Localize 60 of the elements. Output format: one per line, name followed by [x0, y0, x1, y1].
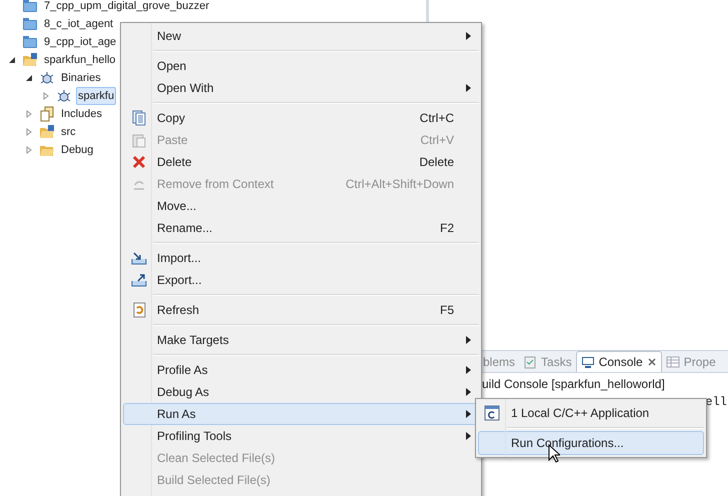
submenu-arrow-icon: [466, 410, 470, 418]
tree-item[interactable]: Debug: [59, 140, 96, 160]
import-icon: [131, 250, 147, 266]
tree-item[interactable]: src: [59, 122, 78, 142]
menu-item[interactable]: Open: [123, 55, 479, 77]
tree-item[interactable]: Includes: [59, 104, 104, 124]
tree-item[interactable]: 9_cpp_iot_age: [42, 32, 118, 52]
tree-item[interactable]: sparkfu: [76, 86, 116, 106]
folder-icon: [22, 0, 38, 13]
console-title: uild Console [sparkfun_helloworld]: [482, 376, 665, 393]
folder-icon: [22, 17, 38, 31]
collapsed-triangle-icon[interactable]: [25, 128, 33, 136]
bug-icon: [56, 88, 72, 104]
menu-item[interactable]: Delete Delete: [123, 151, 479, 173]
copy-icon: [131, 110, 147, 126]
view-tab[interactable]: Console: [576, 351, 662, 372]
menu-item[interactable]: Refresh F5: [123, 299, 479, 321]
menu-item[interactable]: 1 Local C/C++ Application: [478, 401, 704, 425]
menu-item[interactable]: Import...: [123, 247, 479, 269]
expanded-triangle-icon[interactable]: [25, 74, 33, 82]
menu-item[interactable]: Rename... F2: [123, 217, 479, 239]
folder-c-icon: [22, 53, 38, 67]
clipboard-icon: [131, 132, 147, 148]
export-icon: [131, 272, 147, 288]
delete-icon: [131, 154, 147, 170]
bug-icon: [39, 70, 55, 86]
monitor-icon: [580, 355, 595, 369]
folder-icon: [39, 143, 55, 157]
tree-item[interactable]: 8_c_iot_agent: [42, 14, 116, 34]
collapsed-triangle-icon[interactable]: [25, 146, 33, 154]
menu-item[interactable]: Debug As: [123, 381, 479, 403]
tree-item[interactable]: 7_cpp_upm_digital_grove_buzzer: [42, 0, 212, 16]
close-icon[interactable]: [646, 357, 657, 367]
tree-item[interactable]: Binaries: [59, 68, 103, 88]
menu-item[interactable]: Export...: [123, 269, 479, 291]
menu-item[interactable]: Move...: [123, 195, 479, 217]
table-icon: [666, 354, 680, 368]
menu-item[interactable]: New: [123, 25, 479, 47]
menu-item[interactable]: Copy Ctrl+C: [123, 107, 479, 129]
submenu-arrow-icon: [466, 84, 470, 92]
submenu-arrow-icon: [466, 388, 470, 396]
menu-item[interactable]: Profiling Tools: [123, 425, 479, 447]
collapsed-triangle-icon[interactable]: [25, 110, 33, 118]
expanded-triangle-icon[interactable]: [8, 56, 16, 64]
menu-item[interactable]: Run Configurations...: [478, 431, 704, 455]
menu-item[interactable]: Make Targets: [123, 329, 479, 351]
submenu-arrow-icon: [466, 32, 470, 40]
folder-c-icon: [39, 125, 55, 139]
submenu-arrow-icon: [466, 336, 470, 344]
menu-item[interactable]: Open With: [123, 77, 479, 99]
submenu-arrow-icon: [466, 366, 470, 374]
tasks-icon: [523, 354, 538, 368]
folder-icon: [22, 35, 38, 49]
header-files-icon: [39, 106, 55, 122]
c-application-icon: [484, 405, 500, 421]
submenu-arrow-icon: [466, 432, 470, 440]
collapsed-triangle-icon[interactable]: [42, 92, 50, 100]
refresh-icon: [131, 302, 147, 318]
menu-item[interactable]: Profile As: [123, 359, 479, 381]
tree-item[interactable]: sparkfun_hello: [42, 50, 118, 70]
